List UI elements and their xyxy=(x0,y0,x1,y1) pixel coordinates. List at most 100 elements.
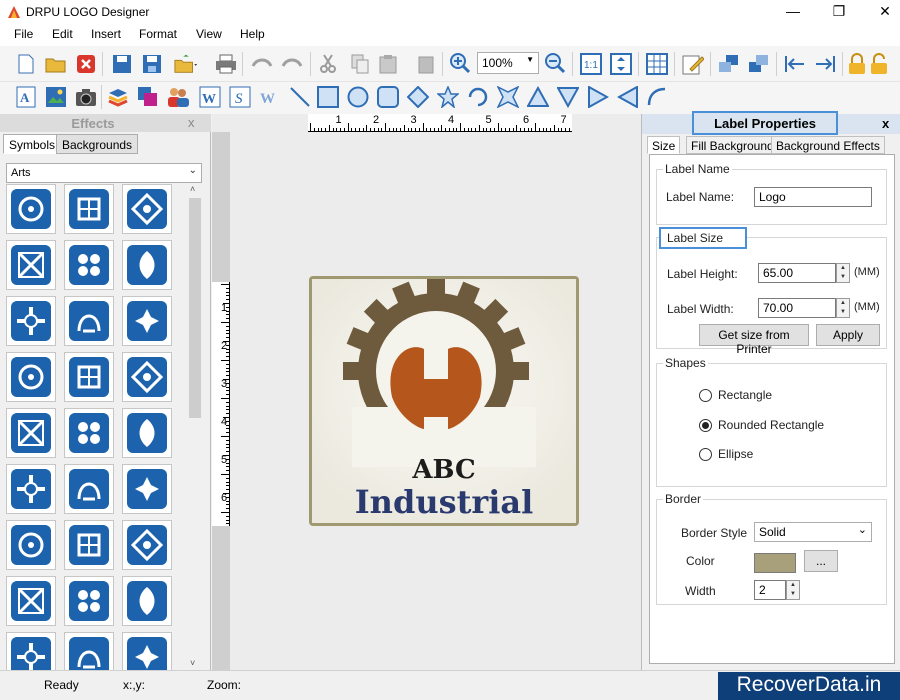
send-backward-icon[interactable] xyxy=(747,52,771,76)
print-icon[interactable] xyxy=(214,52,238,76)
tab-background-effects[interactable]: Background Effects xyxy=(771,136,885,154)
tab-backgrounds[interactable]: Backgrounds xyxy=(56,134,139,154)
symbol-tile[interactable] xyxy=(122,520,172,570)
align-right-icon[interactable] xyxy=(813,52,837,76)
rectangle-label[interactable]: Rectangle xyxy=(718,388,772,402)
symbol-tile[interactable] xyxy=(6,352,56,402)
border-color-swatch[interactable] xyxy=(754,553,796,573)
symbol-tile[interactable] xyxy=(122,464,172,514)
fit-window-icon[interactable] xyxy=(609,52,633,76)
scroll-thumb[interactable] xyxy=(189,198,201,418)
label-width-input[interactable]: 70.00 xyxy=(758,298,836,318)
symbol-tile[interactable] xyxy=(6,296,56,346)
symbol-tile[interactable] xyxy=(122,576,172,626)
redo-icon[interactable] xyxy=(280,52,304,76)
logo-label[interactable]: ABC Industrial xyxy=(309,276,579,526)
rectangle-icon[interactable] xyxy=(316,85,340,109)
lock-icon[interactable] xyxy=(845,52,869,76)
symbol-scrollbar[interactable]: ˄ ˅ xyxy=(188,184,202,670)
actual-size-icon[interactable]: 1:1 xyxy=(579,52,603,76)
zoom-combo[interactable]: 100% ▼ xyxy=(477,52,539,74)
zoom-in-icon[interactable] xyxy=(448,51,472,75)
symbol-tile[interactable] xyxy=(64,464,114,514)
symbol-tile[interactable] xyxy=(122,296,172,346)
users-icon[interactable] xyxy=(166,85,190,109)
circle-icon[interactable] xyxy=(346,85,370,109)
delete-icon[interactable] xyxy=(414,52,438,76)
menu-help[interactable]: Help xyxy=(240,27,265,41)
symbol-tile[interactable] xyxy=(122,352,172,402)
category-dropdown[interactable]: Arts ⌄ xyxy=(6,163,202,183)
height-stepper[interactable]: ▲ ▼ xyxy=(836,263,850,283)
symbol-tile[interactable] xyxy=(64,408,114,458)
symbol-tile[interactable] xyxy=(64,576,114,626)
text-icon[interactable]: A xyxy=(14,85,38,109)
border-width-input[interactable]: 2 xyxy=(754,580,786,600)
menu-file[interactable]: File xyxy=(14,27,33,41)
symbol-tile[interactable] xyxy=(6,464,56,514)
line-icon[interactable] xyxy=(288,85,312,109)
symbol-tile[interactable] xyxy=(122,408,172,458)
rounded-rect-icon[interactable] xyxy=(376,85,400,109)
layers-icon[interactable] xyxy=(106,85,130,109)
symbol-tile[interactable] xyxy=(64,296,114,346)
apply-button[interactable]: Apply xyxy=(816,324,880,346)
border-style-dropdown[interactable]: Solid ⌄ xyxy=(754,522,872,542)
close-icon[interactable]: ✕ xyxy=(862,0,900,24)
radio-ellipse[interactable] xyxy=(699,448,712,461)
align-left-icon[interactable] xyxy=(783,52,807,76)
symbol-tile[interactable] xyxy=(122,240,172,290)
menu-view[interactable]: View xyxy=(196,27,222,41)
open-folder-icon[interactable] xyxy=(44,52,68,76)
canvas-area[interactable]: 1 2 3 4 5 6 7 1 2 3 4 5 6 ABC Industrial xyxy=(212,114,641,670)
grid-icon[interactable] xyxy=(645,52,669,76)
star-icon[interactable] xyxy=(436,85,460,109)
tab-size[interactable]: Size xyxy=(647,136,681,154)
tab-symbols[interactable]: Symbols xyxy=(3,134,62,154)
symbol-tile[interactable] xyxy=(6,576,56,626)
scroll-up-icon[interactable]: ˄ xyxy=(190,184,195,194)
signature-icon[interactable]: S xyxy=(228,85,252,109)
curve-icon[interactable] xyxy=(645,85,669,109)
symbol-tile[interactable] xyxy=(6,520,56,570)
get-size-from-printer-button[interactable]: Get size from Printer xyxy=(699,324,809,356)
diamond-icon[interactable] xyxy=(406,85,430,109)
tab-fill-background[interactable]: Fill Background xyxy=(686,136,779,154)
triangle-down-icon[interactable] xyxy=(556,85,580,109)
symbol-tile[interactable] xyxy=(122,184,172,234)
border-width-stepper[interactable]: ▲ ▼ xyxy=(786,580,800,600)
symbol-tile[interactable] xyxy=(6,632,56,670)
triangle-left-icon[interactable] xyxy=(616,85,640,109)
effects-close-button[interactable]: x xyxy=(188,115,195,130)
color-icon[interactable] xyxy=(136,85,160,109)
maximize-icon[interactable]: ❐ xyxy=(816,0,862,24)
export-icon[interactable] xyxy=(174,52,198,76)
rounded-rectangle-label[interactable]: Rounded Rectangle xyxy=(718,418,824,432)
symbol-tile[interactable] xyxy=(6,240,56,290)
radio-rectangle[interactable] xyxy=(699,389,712,402)
word-art-icon[interactable]: W xyxy=(198,85,222,109)
triangle-right-icon[interactable] xyxy=(586,85,610,109)
watermark-icon[interactable]: W xyxy=(258,85,282,109)
label-height-input[interactable]: 65.00 xyxy=(758,263,836,283)
symbol-tile[interactable] xyxy=(64,520,114,570)
symbol-tile[interactable] xyxy=(6,408,56,458)
menu-insert[interactable]: Insert xyxy=(91,27,121,41)
minimize-icon[interactable]: — xyxy=(770,0,816,24)
symbol-tile[interactable] xyxy=(64,632,114,670)
save-as-icon[interactable] xyxy=(140,52,164,76)
undo-icon[interactable] xyxy=(250,52,274,76)
bring-forward-icon[interactable] xyxy=(717,52,741,76)
save-icon[interactable] xyxy=(110,52,134,76)
arc-icon[interactable] xyxy=(466,85,490,109)
width-stepper[interactable]: ▲ ▼ xyxy=(836,298,850,318)
camera-icon[interactable] xyxy=(74,85,98,109)
ellipse-label[interactable]: Ellipse xyxy=(718,447,753,461)
symbol-tile[interactable] xyxy=(122,632,172,670)
symbol-tile[interactable] xyxy=(64,352,114,402)
new-file-icon[interactable] xyxy=(14,52,38,76)
scroll-down-icon[interactable]: ˅ xyxy=(190,658,195,668)
edit-icon[interactable] xyxy=(681,52,705,76)
radio-rounded-rectangle[interactable] xyxy=(699,419,712,432)
symbol-tile[interactable] xyxy=(64,240,114,290)
